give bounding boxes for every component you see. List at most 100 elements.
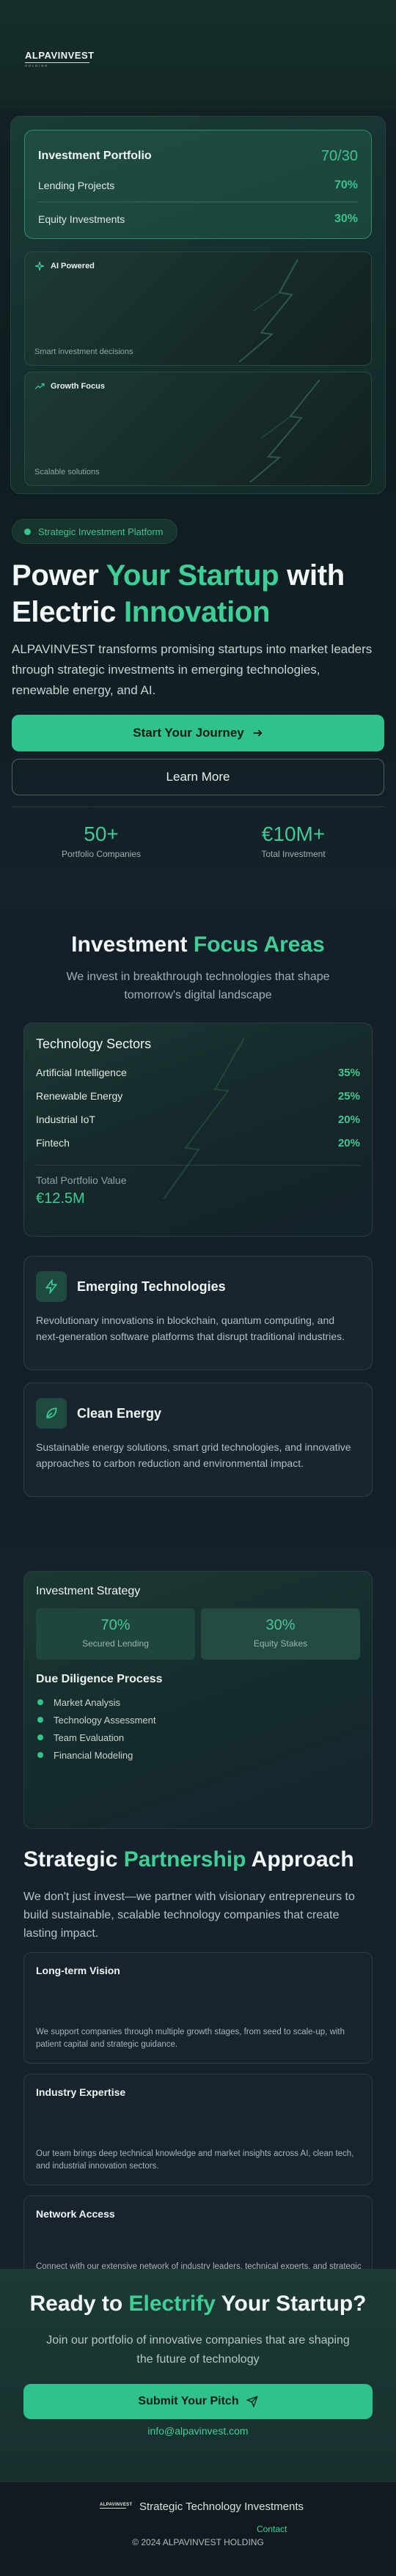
info-card-text: Revolutionary innovations in blockchain,… <box>36 1314 345 1342</box>
lightning-decoration <box>238 260 298 362</box>
page: ALPAVINVEST HOLDING Investment Portfolio… <box>0 0 396 2576</box>
badge-text: Strategic Investment Platform <box>38 526 164 537</box>
portfolio-row-label: Lending Projects <box>38 179 115 191</box>
stats-divider <box>12 806 384 807</box>
start-journey-button[interactable]: Start Your Journey <box>12 715 384 751</box>
focus-title-part: Investment <box>71 932 194 957</box>
investment-strategy-card: Investment Strategy 70% Secured Lending … <box>23 1571 373 1829</box>
info-card-title: Emerging Technologies <box>77 1278 226 1294</box>
bullet-dot <box>37 1734 43 1740</box>
portfolio-card-title: Investment Portfolio <box>38 150 152 162</box>
stat-value: €10M+ <box>261 823 326 845</box>
info-card-text: Sustainable energy solutions, smart grid… <box>36 1441 351 1469</box>
portfolio-row-value: 30% <box>334 213 358 225</box>
portfolio-row: Lending Projects 70% <box>38 169 358 202</box>
arrow-right-icon <box>253 729 263 737</box>
partnership-title-part: Strategic <box>23 1847 124 1872</box>
clean-energy-card: Clean Energy Sustainable energy solution… <box>23 1383 373 1497</box>
tile-label: Growth Focus <box>51 382 105 391</box>
start-journey-label: Start Your Journey <box>133 726 244 740</box>
sector-value: 20% <box>337 1113 360 1126</box>
hero-badge: Strategic Investment Platform <box>12 519 177 544</box>
partnership-card-text: Our team brings deep technical knowledge… <box>36 2149 354 2171</box>
strategy-box: 30% Equity Stakes <box>201 1608 360 1660</box>
sector-value: 20% <box>337 1136 360 1149</box>
submit-pitch-label: Submit Your Pitch <box>138 2395 239 2407</box>
portfolio-row-value: 70% <box>334 178 358 191</box>
footer-copyright: © 2024 ALPAVINVEST HOLDING <box>132 2537 264 2547</box>
header: ALPAVINVEST HOLDING <box>0 0 396 110</box>
strategy-box-label: Secured Lending <box>82 1638 149 1649</box>
stat-portfolio-companies: 50+ Portfolio Companies <box>21 823 182 859</box>
sector-value: 35% <box>337 1066 360 1079</box>
sparkle-icon <box>35 262 44 271</box>
strategy-box-value: 30% <box>265 1617 296 1633</box>
emerging-technologies-card: Emerging Technologies Revolutionary inno… <box>23 1256 373 1370</box>
footer-logo-underline <box>100 2508 126 2510</box>
hero-title-accent: Your Startup <box>106 559 279 592</box>
contact-email-link[interactable]: info@alpavinvest.com <box>0 2425 396 2437</box>
hero-title-accent: Innovation <box>123 596 271 628</box>
hero-title-part: Electric <box>12 596 124 628</box>
technology-sectors-card: Technology Sectors Artificial Intelligen… <box>23 1023 373 1237</box>
footer-logo[interactable]: ALPAVINVEST <box>100 2503 132 2510</box>
partnership-description: We don't just invest—we partner with vis… <box>23 1891 355 1940</box>
sector-label: Artificial Intelligence <box>36 1067 127 1078</box>
hero-title-part: Power <box>12 559 106 592</box>
portfolio-ratio: 70/30 <box>320 147 358 164</box>
strategy-box: 70% Secured Lending <box>36 1608 195 1660</box>
portfolio-row: Equity Investments 30% <box>38 202 358 236</box>
lightning-decoration <box>163 1038 245 1199</box>
strategy-card-title: Investment Strategy <box>36 1585 141 1597</box>
dd-list-item: Market Analysis <box>36 1693 360 1711</box>
stat-label: Portfolio Companies <box>61 849 142 859</box>
tile-footer: Scalable solutions <box>34 468 100 476</box>
dd-item-label: Technology Assessment <box>54 1714 156 1726</box>
logo-subtitle: HOLDING <box>25 64 49 67</box>
feature-tile-growth: Growth Focus Scalable solutions <box>24 372 372 486</box>
sector-label: Fintech <box>36 1137 70 1149</box>
focus-title: Investment Focus Areas <box>0 932 396 957</box>
footer <box>0 2481 396 2576</box>
focus-subtitle: We invest in breakthrough technologies t… <box>66 971 330 1001</box>
dd-item-label: Market Analysis <box>54 1696 121 1708</box>
cta-subtitle: Join our portfolio of innovative compani… <box>46 2334 350 2366</box>
strategy-box-value: 70% <box>100 1617 131 1633</box>
submit-pitch-button[interactable]: Submit Your Pitch <box>23 2384 373 2419</box>
partnership-title-accent: Partnership <box>123 1847 246 1872</box>
partnership-title: Strategic Partnership Approach <box>23 1847 354 1872</box>
footer-contact-link[interactable]: Contact <box>257 2524 287 2534</box>
bullet-dot <box>37 1699 43 1705</box>
dd-list-item: Financial Modeling <box>36 1746 360 1764</box>
dd-item-label: Financial Modeling <box>54 1749 133 1761</box>
partnership-card-title: Long-term Vision <box>36 1965 120 1976</box>
portfolio-card: Investment Portfolio 70/30 Lending Proje… <box>24 130 372 239</box>
partnership-card-text: We support companies through multiple gr… <box>36 2028 345 2049</box>
tile-label: AI Powered <box>51 262 95 271</box>
footer-tagline: Strategic Technology Investments <box>139 2500 304 2513</box>
learn-more-button[interactable]: Learn More <box>12 759 384 795</box>
leaf-icon <box>36 1398 67 1429</box>
cta-title: Ready to Electrify Your Startup? <box>0 2292 396 2316</box>
hero-title: Power Your Startup with Electric Innovat… <box>12 557 393 630</box>
due-diligence-title: Due Diligence Process <box>36 1673 163 1685</box>
sector-label: Industrial IoT <box>36 1114 95 1125</box>
sector-label: Renewable Energy <box>36 1090 123 1102</box>
brand-logo[interactable]: ALPAVINVEST HOLDING <box>25 50 95 67</box>
dd-list-item: Technology Assessment <box>36 1711 360 1729</box>
bullet-dot <box>37 1752 43 1758</box>
footer-divider <box>0 2481 396 2482</box>
lightning-decoration <box>249 380 320 482</box>
partnership-card: Long-term Vision We support companies th… <box>23 1952 373 2064</box>
strategy-box-label: Equity Stakes <box>253 1638 308 1649</box>
bullet-dot <box>37 1717 43 1723</box>
hero-title-part: with <box>279 559 345 592</box>
dd-item-label: Team Evaluation <box>54 1732 125 1743</box>
portfolio-row-label: Equity Investments <box>38 213 125 225</box>
tile-footer: Smart investment decisions <box>34 347 133 356</box>
partnership-card-title: Network Access <box>36 2208 115 2220</box>
send-icon <box>246 2396 258 2407</box>
partnership-card: Industry Expertise Our team brings deep … <box>23 2074 373 2185</box>
partnership-title-part: Approach <box>246 1847 354 1872</box>
logo-underline: HOLDING <box>25 62 89 67</box>
